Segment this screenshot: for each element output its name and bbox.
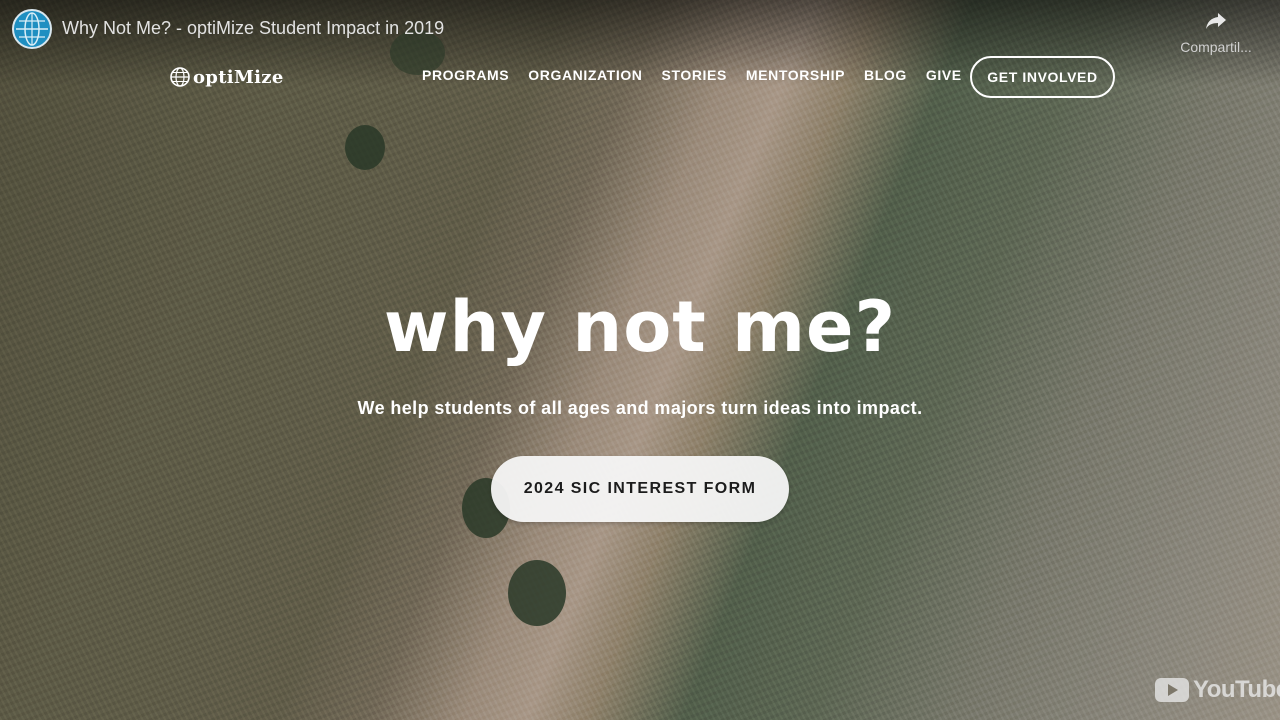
share-arrow-icon <box>1206 13 1226 29</box>
nav-item-blog[interactable]: BLOG <box>864 67 907 83</box>
youtube-logo-text: YouTube <box>1193 676 1280 703</box>
logo-text: optiMize <box>193 66 284 88</box>
nav-item-programs[interactable]: PROGRAMS <box>422 67 509 83</box>
nav-item-give[interactable]: GIVE <box>926 67 962 83</box>
main-nav: PROGRAMS ORGANIZATION STORIES MENTORSHIP… <box>422 67 962 83</box>
channel-avatar[interactable] <box>12 9 52 49</box>
nav-item-mentorship[interactable]: MENTORSHIP <box>746 67 845 83</box>
nav-item-organization[interactable]: ORGANIZATION <box>528 67 642 83</box>
youtube-play-icon <box>1155 678 1189 702</box>
video-title[interactable]: Why Not Me? - optiMize Student Impact in… <box>62 18 444 39</box>
hero-subtitle: We help students of all ages and majors … <box>357 398 923 418</box>
share-label: Compartil... <box>1180 39 1252 55</box>
get-involved-button[interactable]: GET INVOLVED <box>970 56 1115 98</box>
share-button[interactable]: Compartil... <box>1176 8 1256 55</box>
interest-form-button[interactable]: 2024 SIC INTEREST FORM <box>491 456 789 522</box>
nav-item-stories[interactable]: STORIES <box>662 67 727 83</box>
youtube-logo[interactable]: YouTube <box>1155 676 1280 704</box>
hero-title: why not me? <box>383 286 897 368</box>
globe-icon <box>170 67 190 87</box>
site-logo[interactable]: optiMize <box>170 66 284 88</box>
